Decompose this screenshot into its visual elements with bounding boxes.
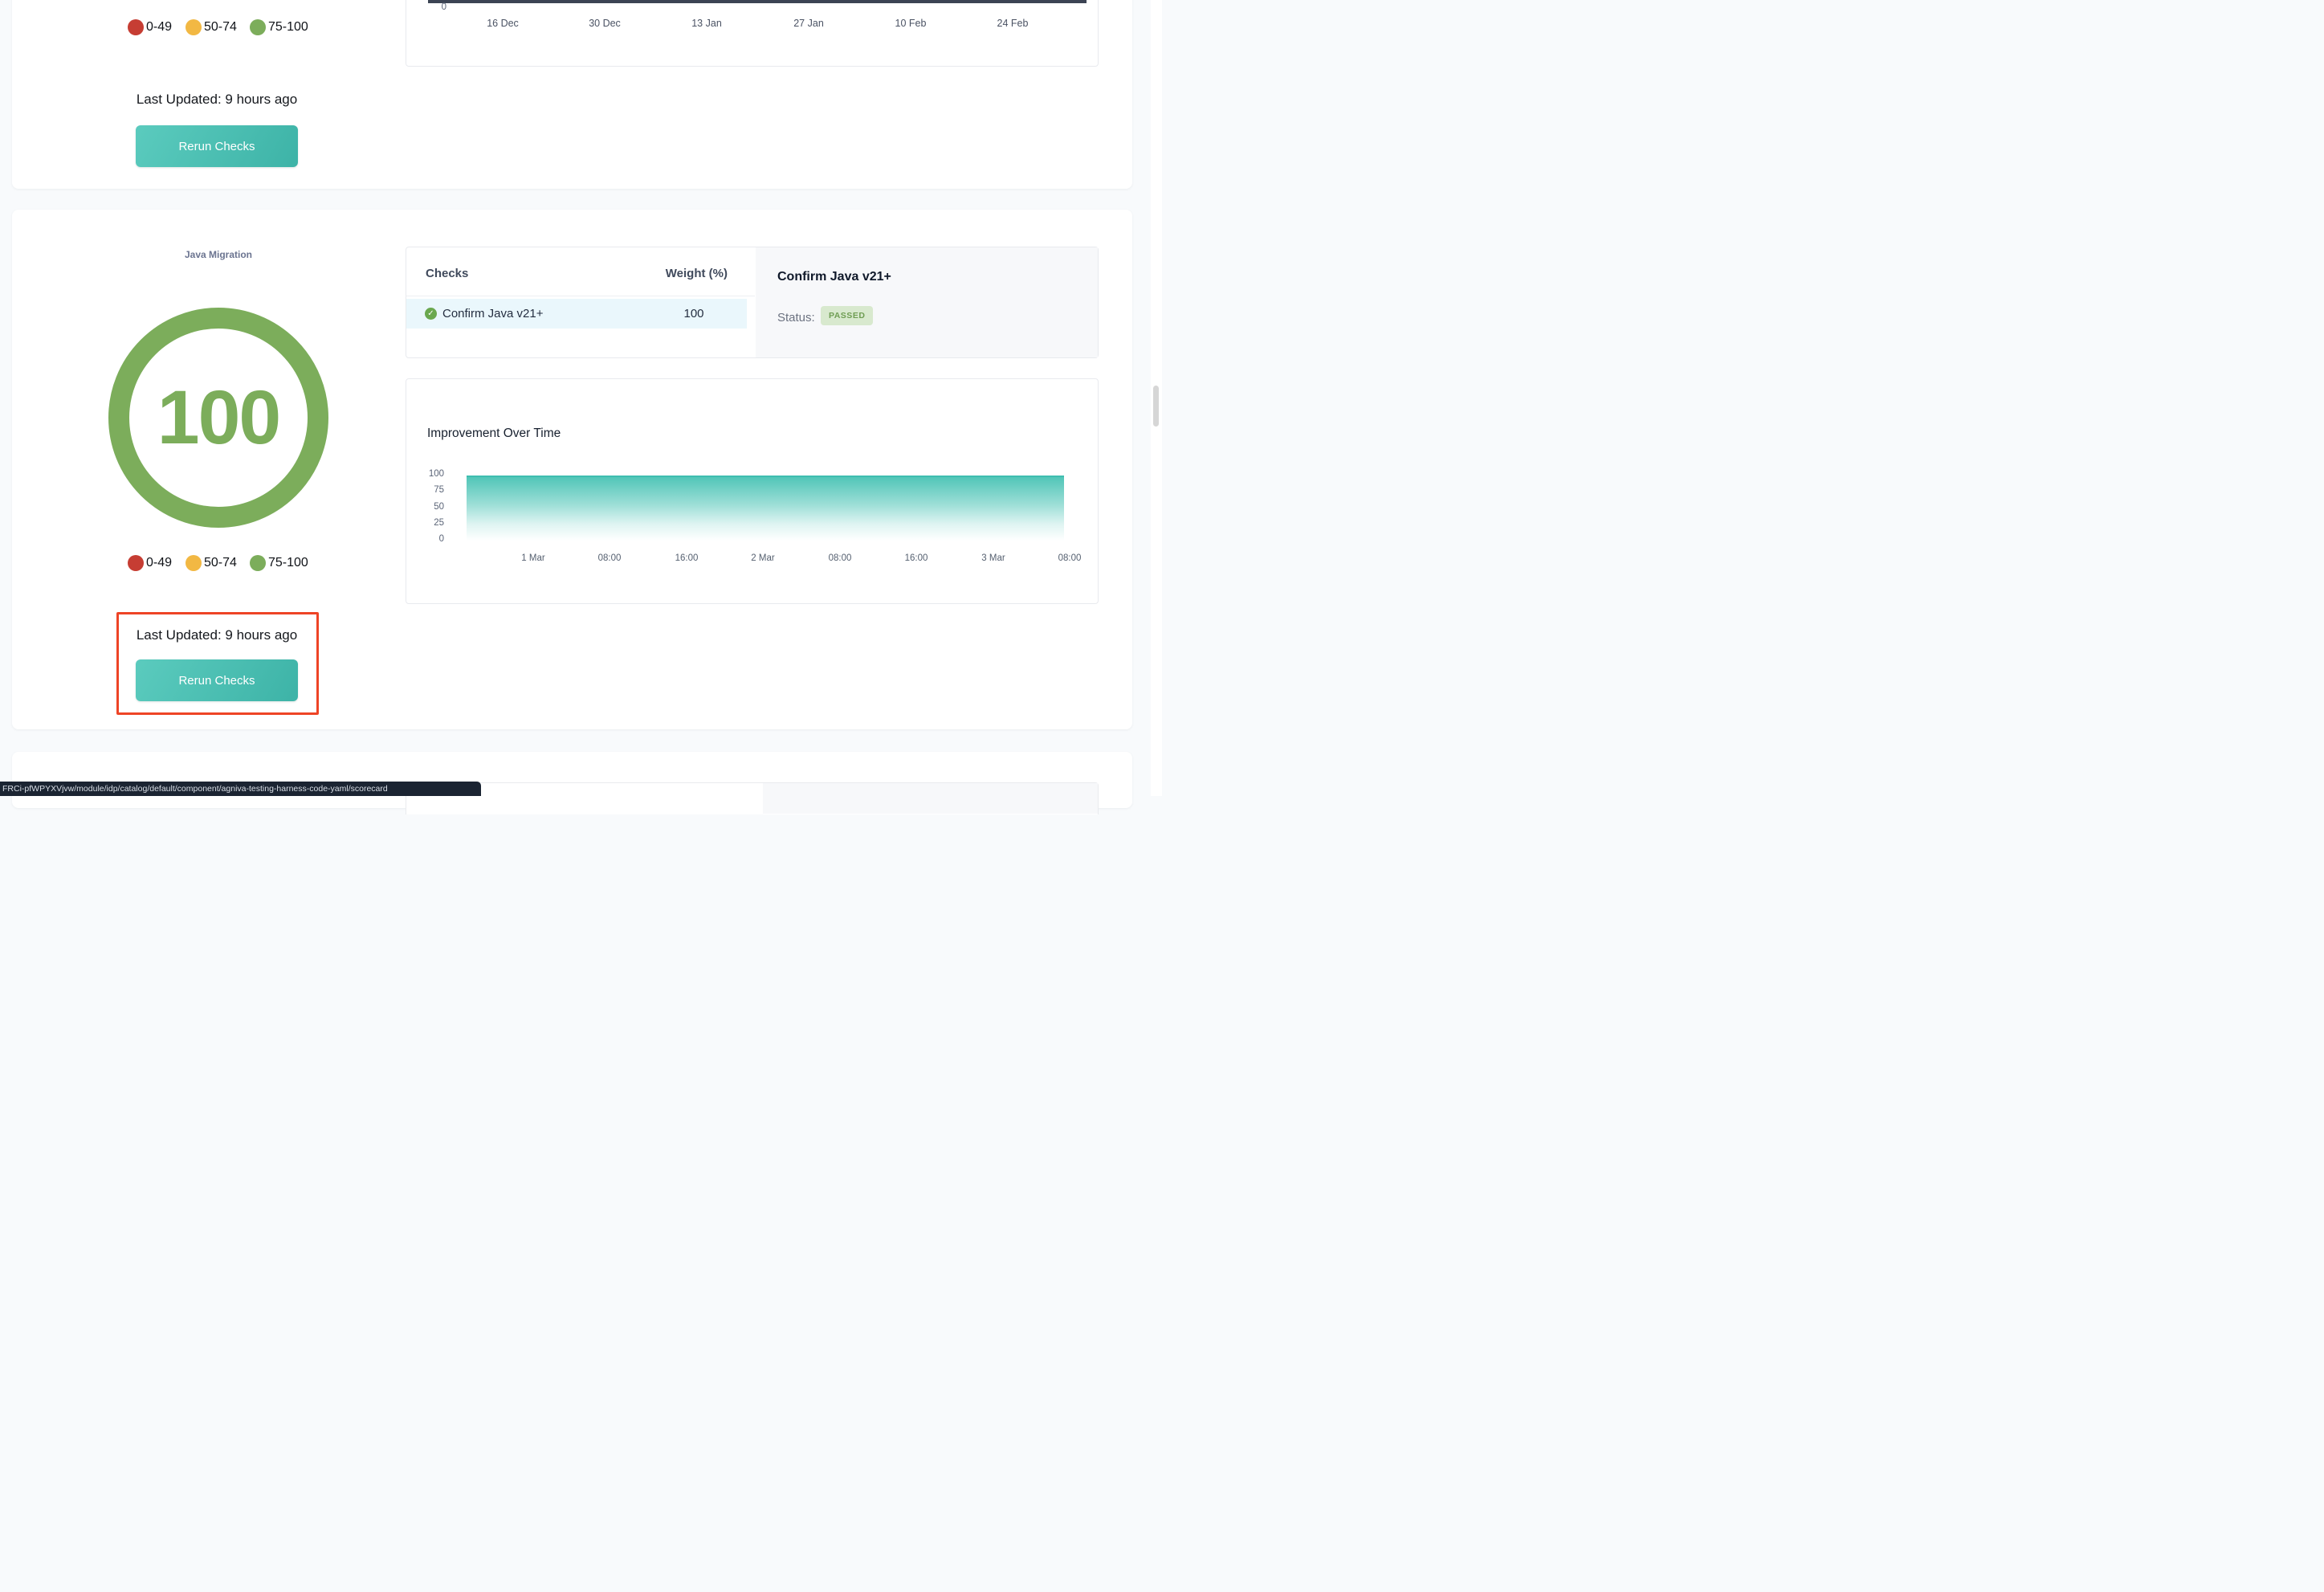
improvement-x-tick: 16:00 (888, 553, 944, 563)
check-weight-cell: 100 (662, 307, 726, 320)
checks-column-header: Checks (426, 267, 468, 280)
top-chart-x-tick: 27 Jan (773, 18, 845, 29)
next-check-detail-panel (763, 783, 1098, 814)
legend-dot-low-icon (128, 555, 144, 571)
improvement-x-tick: 08:00 (1042, 553, 1098, 563)
top-chart-x-tick: 10 Feb (875, 18, 947, 29)
check-name-cell[interactable]: Confirm Java v21+ (442, 307, 543, 320)
top-chart-x-tick: 13 Jan (671, 18, 743, 29)
java-rerun-checks-button[interactable]: Rerun Checks (136, 659, 298, 701)
top-rerun-checks-button[interactable]: Rerun Checks (136, 125, 298, 167)
status-badge: PASSED (821, 306, 873, 325)
improvement-y-tick: 0 (412, 534, 444, 544)
check-detail-panel (756, 247, 1098, 357)
legend-dot-high-icon (250, 19, 266, 35)
legend-label-high: 75-100 (268, 19, 308, 35)
improvement-y-tick: 75 (412, 485, 444, 495)
top-chart-x-tick: 30 Dec (569, 18, 641, 29)
check-detail-title: Confirm Java v21+ (777, 270, 891, 284)
legend-dot-mid-icon (186, 555, 202, 571)
check-passed-icon: ✓ (425, 308, 437, 320)
score-ring: 100 (108, 308, 328, 528)
java-last-updated-text: Last Updated: 9 hours ago (96, 627, 337, 643)
link-preview-statusbar: FRCi-pfWPYXVjvw/module/idp/catalog/defau… (0, 782, 481, 796)
improvement-x-tick: 08:00 (581, 553, 638, 563)
improvement-y-tick: 100 (412, 469, 444, 479)
score-value: 100 (157, 374, 280, 462)
top-trend-chart-card (406, 0, 1099, 67)
legend-dot-low-icon (128, 19, 144, 35)
top-chart-x-tick: 24 Feb (976, 18, 1049, 29)
improvement-x-tick: 1 Mar (505, 553, 561, 563)
legend-dot-mid-icon (186, 19, 202, 35)
improvement-x-tick: 08:00 (812, 553, 868, 563)
top-chart-x-tick: 16 Dec (467, 18, 539, 29)
top-chart-y-tick: 0 (414, 2, 446, 12)
improvement-x-tick: 3 Mar (965, 553, 1021, 563)
check-detail-status-label: Status: (777, 311, 815, 325)
improvement-area-series (467, 476, 1064, 541)
scrollbar-thumb[interactable] (1153, 386, 1159, 427)
improvement-x-tick: 2 Mar (735, 553, 791, 563)
scorecard-title: Java Migration (122, 249, 315, 260)
legend-label-mid: 50-74 (204, 555, 237, 571)
improvement-chart-title: Improvement Over Time (427, 427, 561, 441)
legend-dot-high-icon (250, 555, 266, 571)
top-last-updated-text: Last Updated: 9 hours ago (96, 92, 337, 108)
legend-label-mid: 50-74 (204, 19, 237, 35)
legend-label-low: 0-49 (146, 555, 172, 571)
legend-label-high: 75-100 (268, 555, 308, 571)
improvement-y-tick: 25 (412, 518, 444, 528)
legend-label-low: 0-49 (146, 19, 172, 35)
top-trend-series-line (428, 0, 1087, 3)
improvement-y-tick: 50 (412, 502, 444, 512)
weight-column-header: Weight (%) (647, 267, 728, 280)
improvement-x-tick: 16:00 (658, 553, 715, 563)
